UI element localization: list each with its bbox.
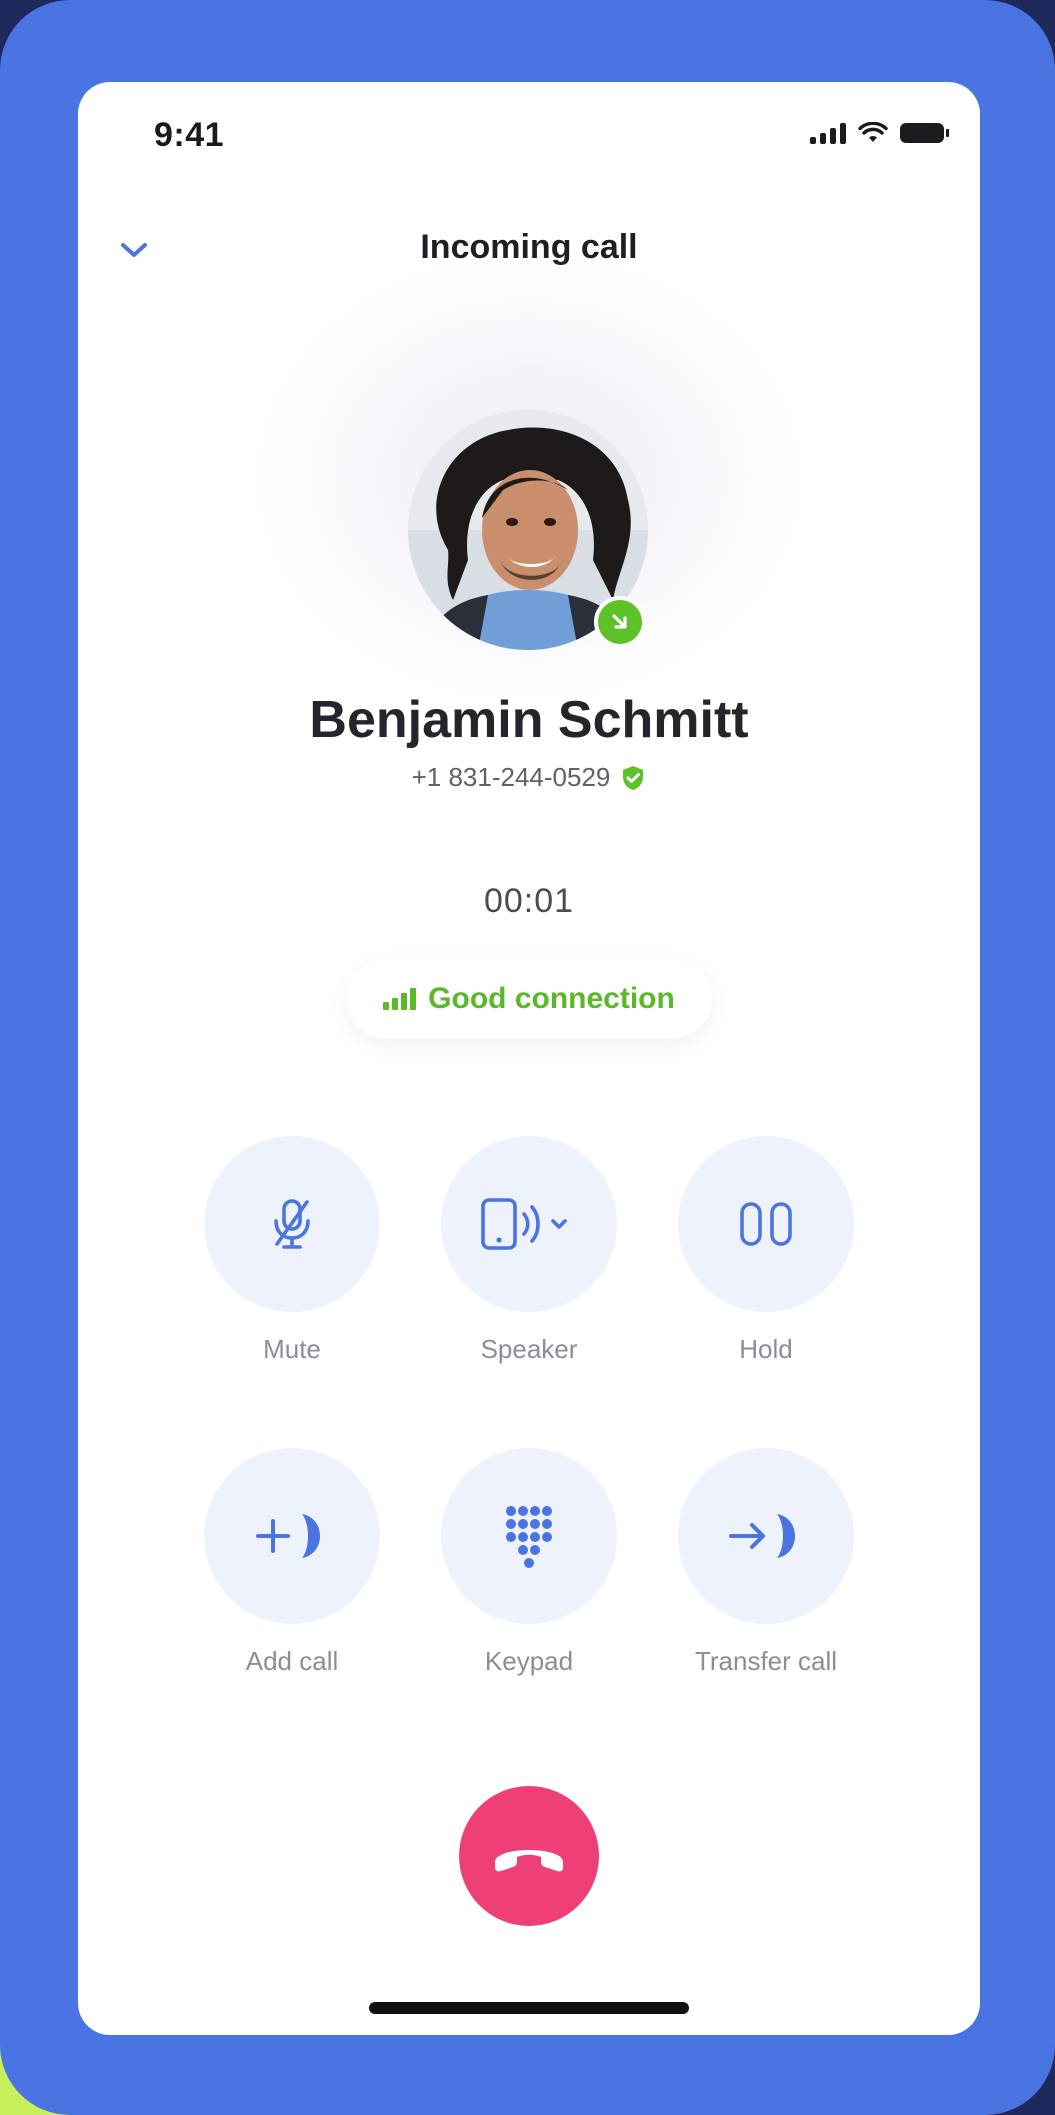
hold-label: Hold xyxy=(739,1334,793,1364)
contact-phone: +1 831-244-0529 xyxy=(411,762,611,792)
hold-control: Hold xyxy=(678,1136,854,1365)
hold-button[interactable] xyxy=(678,1136,854,1312)
keypad-label: Keypad xyxy=(484,1646,574,1676)
add-call-button[interactable] xyxy=(204,1448,380,1624)
connection-label: Good connection xyxy=(428,982,675,1015)
status-bar: 9:41 xyxy=(78,82,980,192)
contact-phone-row: +1 831-244-0529 xyxy=(78,762,980,793)
end-call-button[interactable] xyxy=(459,1786,599,1926)
wifi-icon xyxy=(858,122,888,142)
mute-button[interactable] xyxy=(204,1136,380,1312)
transfer-call-label: Transfer call xyxy=(694,1646,838,1676)
transfer-call-control: Transfer call xyxy=(678,1448,854,1677)
hang-up-icon xyxy=(495,1850,563,1872)
mic-off-icon xyxy=(274,1199,310,1249)
keypad-control: Keypad xyxy=(441,1448,617,1677)
battery-icon xyxy=(900,123,949,143)
speaker-button[interactable] xyxy=(441,1136,617,1312)
call-screen: 9:41 Incoming call Benjamin Schmitt +1 8… xyxy=(78,82,980,2035)
connection-quality-badge: Good connection xyxy=(346,959,712,1039)
transfer-call-icon xyxy=(729,1514,795,1558)
contact-name: Benjamin Schmitt xyxy=(309,691,749,749)
phone-speaker-icon xyxy=(481,1198,567,1250)
call-timer: 00:01 xyxy=(483,882,575,920)
pause-icon xyxy=(740,1202,792,1246)
add-call-label: Add call xyxy=(245,1646,339,1676)
incoming-call-badge xyxy=(594,596,646,648)
add-call-control: Add call xyxy=(204,1448,380,1677)
transfer-call-button[interactable] xyxy=(678,1448,854,1624)
keypad-icon xyxy=(506,1506,552,1568)
arrow-down-right-icon xyxy=(612,614,627,629)
status-icons xyxy=(810,122,949,144)
keypad-button[interactable] xyxy=(441,1448,617,1624)
cellular-signal-icon xyxy=(810,122,846,144)
add-call-icon xyxy=(256,1514,320,1558)
mute-label: Mute xyxy=(263,1334,321,1364)
speaker-label: Speaker xyxy=(480,1334,578,1364)
phone-frame: 9:41 Incoming call Benjamin Schmitt +1 8… xyxy=(0,0,1055,2115)
mute-control: Mute xyxy=(204,1136,380,1365)
verified-shield-icon xyxy=(623,765,644,790)
status-time: 9:41 xyxy=(154,116,225,154)
home-indicator[interactable] xyxy=(369,2002,689,2014)
connection-signal-icon xyxy=(383,988,417,1010)
speaker-control: Speaker xyxy=(441,1136,617,1365)
